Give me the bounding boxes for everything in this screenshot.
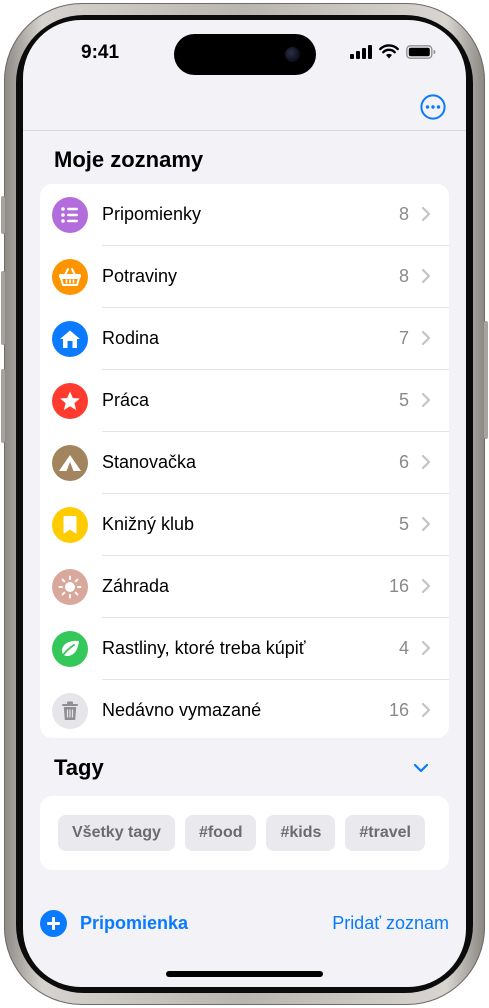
tags-list: Všetky tagy #food #kids #travel (58, 815, 425, 851)
home-indicator (166, 971, 323, 977)
camera-icon (285, 47, 300, 62)
tags-heading: Tagy (54, 755, 104, 780)
chevron-right-icon (421, 516, 431, 532)
list-item[interactable]: Nedávno vymazané 16 (40, 680, 449, 738)
list-item-count: 8 (398, 266, 409, 286)
volume-up-button (1, 271, 5, 345)
list-item-label: Nedávno vymazané (102, 700, 262, 720)
chevron-right-icon (421, 206, 431, 222)
nav-divider (23, 130, 466, 131)
tag-chip[interactable]: #travel (345, 815, 425, 851)
house-icon (52, 321, 88, 357)
list-item[interactable]: Záhrada 16 (40, 556, 449, 618)
sun-icon (52, 569, 88, 605)
bookmark-icon (52, 507, 88, 543)
list-item-count: 16 (388, 576, 409, 596)
tag-chip[interactable]: #kids (266, 815, 336, 851)
basket-icon (52, 259, 88, 295)
chevron-down-icon[interactable] (412, 761, 430, 775)
power-button (484, 321, 488, 439)
status-bar: 9:41 (23, 20, 466, 80)
list-item-label: Pripomienky (102, 204, 202, 224)
list-item-label: Práca (102, 390, 150, 410)
chevron-right-icon (421, 702, 431, 718)
list-item-label: Záhrada (102, 576, 170, 596)
trash-icon (52, 693, 88, 729)
chevron-right-icon (421, 330, 431, 346)
more-options-icon[interactable] (420, 94, 446, 120)
tag-chip[interactable]: #food (184, 815, 257, 851)
chevron-right-icon (421, 392, 431, 408)
list-item-count: 5 (398, 390, 409, 410)
list-item[interactable]: Práca 5 (40, 370, 449, 432)
screen: 9:41 Moje zoznamy Pripomienky 8 Potravin… (23, 20, 466, 987)
new-reminder-label: Pripomienka (80, 913, 189, 933)
plus-circle-icon (40, 910, 67, 937)
list-item-label: Knižný klub (102, 514, 195, 534)
list-item-label: Rodina (102, 328, 160, 348)
star-icon (52, 383, 88, 419)
list-item[interactable]: Potraviny 8 (40, 246, 449, 308)
tag-chip-all[interactable]: Všetky tagy (58, 815, 175, 851)
list-item-label: Stanovačka (102, 452, 197, 472)
chevron-right-icon (421, 268, 431, 284)
add-list-button[interactable]: Pridať zoznam (332, 913, 449, 934)
chevron-right-icon (421, 454, 431, 470)
list-item[interactable]: Rodina 7 (40, 308, 449, 370)
list-item-count: 16 (388, 700, 409, 720)
cellular-signal-icon (350, 44, 372, 59)
list-item-label: Potraviny (102, 266, 178, 286)
leaf-icon (52, 631, 88, 667)
list-item[interactable]: Rastliny, ktoré treba kúpiť 4 (40, 618, 449, 680)
chevron-right-icon (421, 578, 431, 594)
list-bullet-icon (52, 197, 88, 233)
list-item-count: 4 (398, 638, 409, 658)
action-button (1, 196, 5, 234)
tent-icon (52, 445, 88, 481)
list-item-count: 7 (398, 328, 409, 348)
status-icons (350, 44, 436, 59)
chevron-right-icon (421, 640, 431, 656)
list-item[interactable]: Stanovačka 6 (40, 432, 449, 494)
list-item-count: 6 (398, 452, 409, 472)
list-item[interactable]: Knižný klub 5 (40, 494, 449, 556)
tags-card: Všetky tagy #food #kids #travel (40, 796, 449, 870)
lists-card: Pripomienky 8 Potraviny 8 Rodina 7 Práca… (40, 184, 449, 738)
my-lists-heading: Moje zoznamy (54, 147, 204, 172)
dynamic-island (174, 34, 316, 75)
list-item[interactable]: Pripomienky 8 (40, 184, 449, 246)
new-reminder-button[interactable]: Pripomienka (40, 910, 188, 937)
list-item-count: 5 (398, 514, 409, 534)
volume-down-button (1, 369, 5, 443)
battery-icon (406, 44, 436, 59)
list-item-count: 8 (398, 204, 409, 224)
wifi-icon (379, 44, 399, 59)
status-time: 9:41 (81, 42, 120, 63)
list-item-label: Rastliny, ktoré treba kúpiť (102, 638, 306, 658)
